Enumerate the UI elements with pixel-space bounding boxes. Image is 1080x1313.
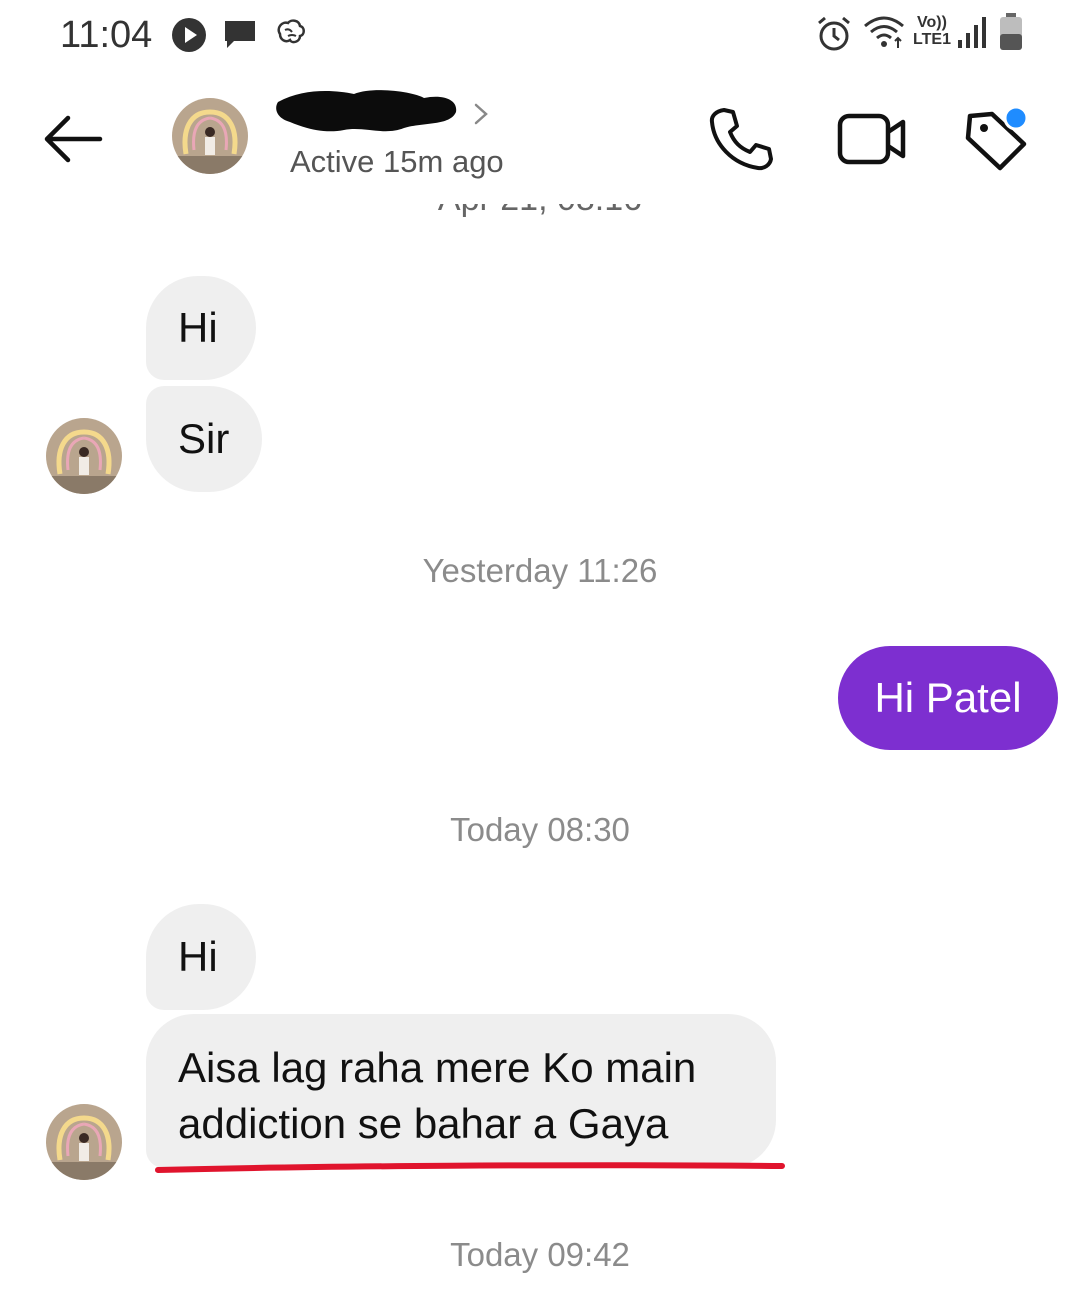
message-bubble-in[interactable]: Hi xyxy=(146,904,256,1010)
timestamp: Today 09:42 xyxy=(450,1236,630,1273)
alarm-icon xyxy=(818,16,850,51)
message-text-line: Aisa lag raha mere Ko main xyxy=(178,1044,697,1091)
phone-icon[interactable] xyxy=(706,104,776,174)
message-text: Hi xyxy=(178,933,218,980)
active-status: Active 15m ago xyxy=(290,144,504,179)
message-text: Sir xyxy=(178,415,230,462)
brain-icon xyxy=(277,19,305,44)
contact-name-redaction[interactable] xyxy=(274,82,460,138)
message-bubble-out[interactable]: Hi Patel xyxy=(838,646,1058,750)
partial-timestamp: Apr 21, 08:16 xyxy=(0,204,1080,224)
tag-icon[interactable] xyxy=(962,104,1034,174)
volte-bottom-label: LTE1 xyxy=(913,31,951,48)
partial-timestamp-text: Apr 21, 08:16 xyxy=(438,204,642,219)
signal-icon xyxy=(958,17,986,48)
status-time: 11:04 xyxy=(60,14,153,56)
notification-dot xyxy=(1003,105,1029,131)
play-icon xyxy=(172,18,206,52)
battery-icon xyxy=(1000,13,1022,50)
avatar-image xyxy=(172,98,248,174)
video-camera-icon[interactable] xyxy=(836,108,908,170)
message-bubble-in[interactable]: Sir xyxy=(146,386,262,492)
timestamp: Today 08:30 xyxy=(450,811,630,848)
chevron-right-icon[interactable] xyxy=(470,100,492,128)
message-text-line: addiction se bahar a Gaya xyxy=(178,1100,669,1147)
message-text: Hi xyxy=(178,304,218,351)
volte-icon: Vo)) LTE1 xyxy=(910,14,954,48)
wifi-icon xyxy=(864,16,904,48)
message-bubble-in[interactable]: Hi xyxy=(146,276,256,380)
avatar-image xyxy=(46,1104,122,1180)
avatar-image xyxy=(46,418,122,494)
back-arrow-icon[interactable] xyxy=(38,108,110,170)
timestamp: Yesterday 11:26 xyxy=(422,552,658,589)
sender-avatar[interactable] xyxy=(46,418,122,494)
red-underline-annotation xyxy=(155,1162,785,1173)
volte-top-label: Vo)) xyxy=(917,14,947,31)
contact-avatar[interactable] xyxy=(172,98,248,174)
message-text: Hi Patel xyxy=(874,674,1022,721)
chat-icon xyxy=(225,21,255,48)
message-bubble-in[interactable]: Aisa lag raha mere Ko main addiction se … xyxy=(146,1014,776,1168)
sender-avatar[interactable] xyxy=(46,1104,122,1180)
